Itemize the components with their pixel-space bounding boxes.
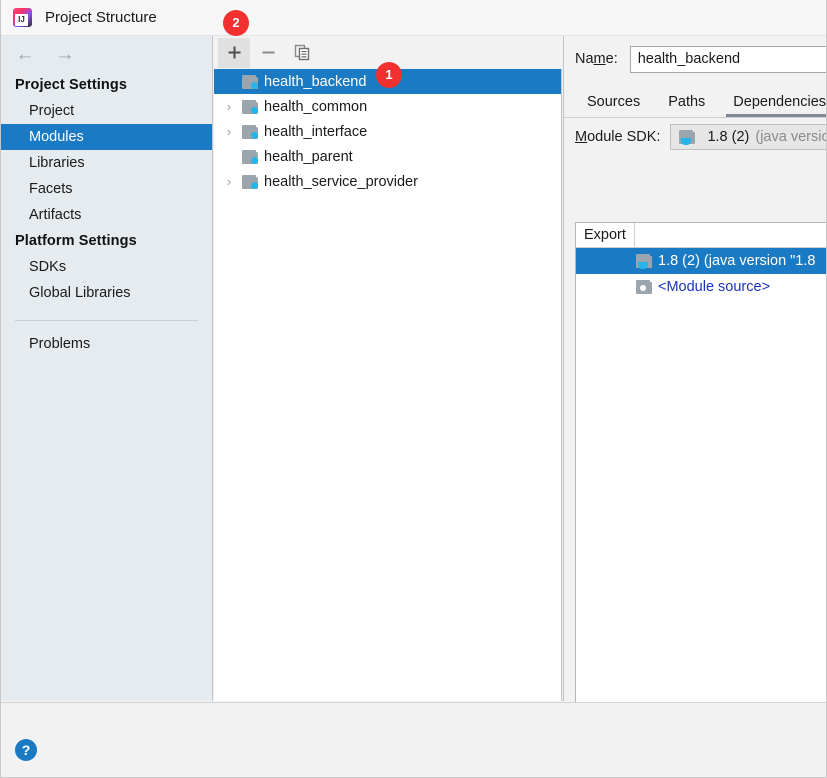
module-name-row: Name: health_backend — [564, 36, 826, 82]
dependencies-table-header: Export — [576, 223, 826, 248]
tab-paths[interactable]: Paths — [661, 91, 712, 117]
callout-badge-2: 2 — [223, 10, 249, 36]
project-structure-dialog: Project Structure ← → Project Settings P… — [0, 0, 827, 778]
module-label: health_parent — [264, 148, 353, 165]
copy-module-button[interactable] — [286, 38, 318, 68]
sidebar-item-problems[interactable]: Problems — [1, 331, 212, 357]
sidebar-group-project-settings: Project Settings — [15, 77, 127, 93]
module-tabs: Sources Paths Dependencies — [564, 82, 826, 118]
remove-module-button[interactable] — [252, 38, 284, 68]
tab-sources[interactable]: Sources — [580, 91, 647, 117]
module-label: health_interface — [264, 123, 368, 140]
sidebar-item-artifacts[interactable]: Artifacts — [1, 202, 212, 228]
module-health-interface[interactable]: › health_interface — [214, 119, 561, 144]
tree-twisty-icon: › — [220, 150, 238, 163]
minus-icon — [262, 51, 274, 54]
callout-badge-1: 1 — [376, 62, 402, 88]
module-label: health_common — [264, 98, 368, 115]
add-module-button[interactable] — [218, 37, 250, 68]
module-label: health_backend — [264, 73, 367, 90]
sidebar-item-libraries[interactable]: Libraries — [1, 150, 212, 176]
window-title: Project Structure — [45, 9, 157, 26]
tree-twisty-icon: › — [220, 75, 238, 88]
modules-tree-panel: › health_backend › health_common › healt… — [214, 36, 562, 701]
modules-list: › health_backend › health_common › healt… — [214, 69, 562, 701]
module-source-icon — [636, 280, 652, 294]
module-name-input[interactable]: health_backend — [629, 45, 826, 73]
module-folder-icon — [242, 74, 258, 89]
module-name-label: Name: — [575, 51, 618, 67]
intellij-idea-logo-icon — [13, 8, 32, 27]
column-header-export[interactable]: Export — [576, 223, 635, 247]
copy-icon — [294, 44, 309, 61]
module-sdk-row: Module SDK: 1.8 (2) (java version "1.8 — [564, 118, 826, 156]
module-sdk-version: (java version "1.8 — [755, 129, 826, 145]
module-sdk-combo[interactable]: 1.8 (2) (java version "1.8 — [670, 124, 826, 150]
title-bar: Project Structure — [1, 0, 826, 36]
module-health-parent[interactable]: › health_parent — [214, 144, 561, 169]
module-folder-icon — [242, 174, 258, 189]
tree-twisty-icon[interactable]: › — [220, 100, 238, 113]
dependencies-table: Export 1.8 (2) (java version "1.8 <Modul… — [575, 222, 826, 705]
module-health-common[interactable]: › health_common — [214, 94, 561, 119]
sidebar-item-project[interactable]: Project — [1, 98, 212, 124]
jdk-folder-icon — [679, 130, 696, 145]
tree-twisty-icon[interactable]: › — [220, 125, 238, 138]
jdk-folder-icon — [636, 254, 652, 269]
dependency-label: 1.8 (2) (java version "1.8 — [658, 253, 816, 269]
sidebar-item-global-libraries[interactable]: Global Libraries — [1, 280, 212, 306]
sidebar-item-sdks[interactable]: SDKs — [1, 254, 212, 280]
module-folder-icon — [242, 149, 258, 164]
module-health-service-provider[interactable]: › health_service_provider — [214, 169, 561, 194]
module-folder-icon — [242, 124, 258, 139]
module-sdk-label: Module SDK: — [575, 129, 661, 145]
sidebar-group-platform-settings: Platform Settings — [15, 233, 137, 249]
sidebar-item-modules[interactable]: Modules — [1, 124, 212, 150]
settings-sidebar: ← → Project Settings Project Modules Lib… — [1, 36, 213, 701]
module-sdk-value: 1.8 (2) — [707, 129, 750, 145]
back-arrow-icon[interactable]: ← — [13, 43, 37, 65]
tab-dependencies[interactable]: Dependencies — [726, 91, 826, 117]
sidebar-item-facets[interactable]: Facets — [1, 176, 212, 202]
dependency-row-module-source[interactable]: <Module source> — [576, 274, 826, 300]
module-detail-panel: Name: health_backend Sources Paths Depen… — [563, 36, 826, 744]
dependency-label: <Module source> — [658, 279, 771, 295]
module-folder-icon — [242, 99, 258, 114]
help-button[interactable]: ? — [15, 739, 37, 761]
sidebar-divider — [15, 320, 198, 321]
plus-icon — [228, 46, 240, 59]
dependency-row-jdk[interactable]: 1.8 (2) (java version "1.8 — [576, 248, 826, 274]
tree-twisty-icon[interactable]: › — [220, 175, 238, 188]
dialog-bottom-bar: ? CSDN @God_以梦为马 — [1, 702, 826, 777]
module-label: health_service_provider — [264, 173, 418, 190]
forward-arrow-icon[interactable]: → — [53, 43, 77, 65]
sidebar-nav-row: ← → — [1, 36, 212, 72]
